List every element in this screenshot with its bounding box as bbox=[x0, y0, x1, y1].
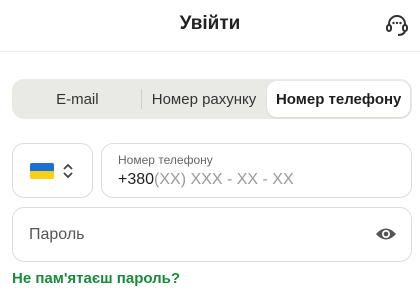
tab-account-number-label: Номер рахунку bbox=[151, 90, 257, 108]
tab-account-number[interactable]: Номер рахунку bbox=[140, 81, 268, 117]
chevron-up-down-icon bbox=[63, 163, 73, 178]
headset-icon[interactable] bbox=[384, 12, 410, 38]
tab-phone-number[interactable]: Номер телефону bbox=[267, 81, 411, 117]
tab-phone-number-label: Номер телефону bbox=[275, 90, 402, 108]
login-method-tabs: E-mail Номер рахунку Номер телефону bbox=[12, 79, 412, 119]
password-field[interactable]: Пароль bbox=[12, 207, 412, 262]
phone-number-field[interactable]: Номер телефону +380(XX) XXX - XX - XX bbox=[101, 143, 412, 198]
tab-email-label: E-mail bbox=[56, 90, 99, 108]
phone-number-input[interactable]: +380(XX) XXX - XX - XX bbox=[118, 171, 294, 189]
phone-mask: (XX) XXX - XX - XX bbox=[154, 171, 294, 188]
password-placeholder: Пароль bbox=[29, 226, 85, 243]
page-title: Увійти bbox=[179, 13, 241, 34]
country-code-select[interactable] bbox=[12, 143, 93, 198]
forgot-password-link[interactable]: Не пам'ятаєш пароль? bbox=[12, 270, 180, 287]
tab-email[interactable]: E-mail bbox=[14, 81, 141, 117]
phone-prefix: +380 bbox=[118, 171, 155, 188]
header: Увійти bbox=[0, 0, 420, 52]
eye-icon[interactable] bbox=[375, 226, 397, 242]
ukraine-flag-icon bbox=[30, 162, 54, 179]
phone-number-label: Номер телефону bbox=[118, 153, 213, 167]
